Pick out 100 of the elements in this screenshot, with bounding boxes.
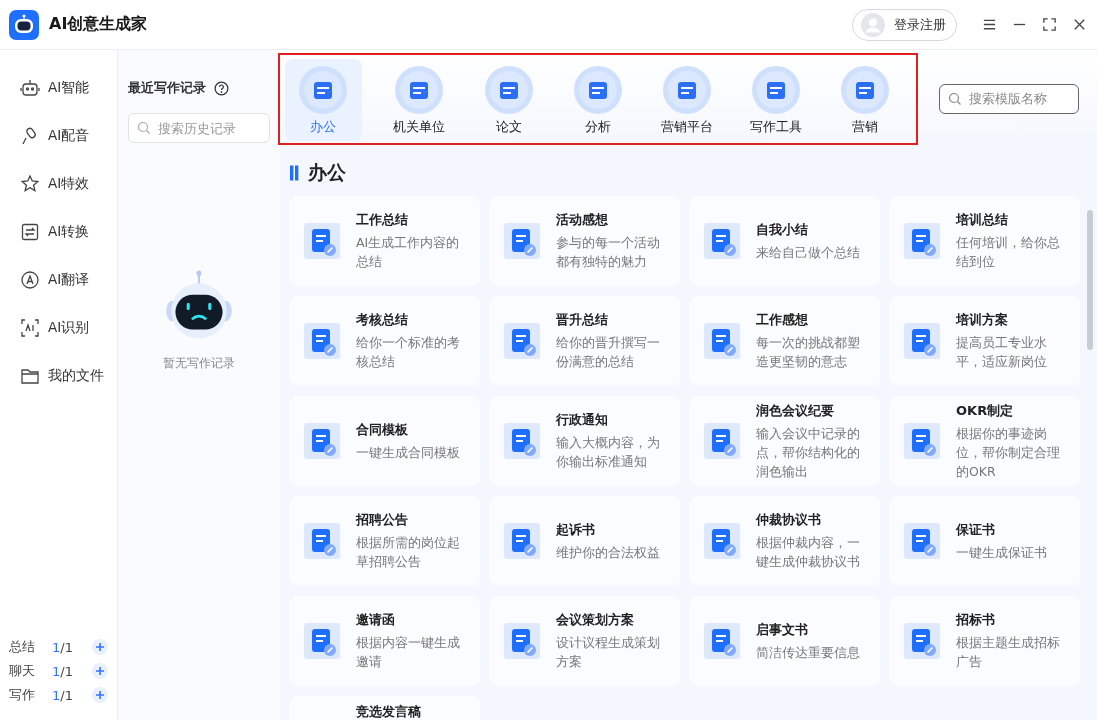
- category-tab[interactable]: 营销平台: [642, 58, 732, 141]
- quota-used: 1: [52, 639, 61, 655]
- document-icon: [752, 65, 801, 114]
- nav-item[interactable]: AI特效: [0, 164, 117, 204]
- scrollbar-thumb[interactable]: [1087, 210, 1093, 350]
- nav-item[interactable]: AI识别: [0, 308, 117, 348]
- convert-icon: [20, 222, 40, 242]
- template-card[interactable]: 考核总结 给你一个标准的考核总结: [290, 296, 480, 386]
- history-search-field[interactable]: 搜索历史记录: [128, 113, 270, 143]
- template-description: 给你一个标准的考核总结: [356, 334, 461, 371]
- document-edit-icon: [304, 223, 340, 259]
- help-icon[interactable]: [214, 81, 229, 96]
- template-card[interactable]: 行政通知 输入大概内容，为你输出标准通知: [490, 396, 680, 486]
- template-card[interactable]: 润色会议纪要 输入会议中记录的点，帮你结构化的润色输出: [690, 396, 880, 486]
- category-tab[interactable]: 论文: [463, 58, 554, 141]
- star-icon: [20, 174, 40, 194]
- document-edit-icon: [704, 623, 740, 659]
- template-title: 邀请函: [356, 611, 396, 629]
- document-icon: [395, 65, 444, 114]
- template-card[interactable]: 招聘公告 根据所需的岗位起草招聘公告: [290, 496, 480, 586]
- template-description: AI生成工作内容的总结: [356, 234, 461, 271]
- template-description: 来给自己做个总结: [756, 243, 861, 262]
- template-title: 起诉书: [556, 520, 596, 539]
- history-title: 最近写作记录: [128, 80, 206, 97]
- category-tab[interactable]: 机关单位: [374, 58, 464, 141]
- document-edit-icon: [904, 523, 940, 559]
- template-title: OKR制定: [956, 401, 1015, 420]
- document-edit-icon: [504, 223, 540, 259]
- template-card[interactable]: 邀请函 根据内容一键生成邀请: [290, 596, 480, 686]
- document-edit-icon: [304, 523, 340, 559]
- scan-icon: [20, 318, 40, 338]
- search-icon: [137, 121, 151, 135]
- document-icon: [841, 65, 890, 114]
- template-card[interactable]: 起诉书 维护你的合法权益: [490, 496, 680, 586]
- template-search-field[interactable]: 搜索模版名称: [939, 83, 1079, 114]
- template-description: 根据仲裁内容，一键生成仲裁协议书: [756, 534, 861, 571]
- template-card[interactable]: 自我小结 来给自己做个总结: [690, 196, 880, 286]
- category-tab[interactable]: 营销: [820, 58, 910, 141]
- document-edit-icon: [504, 523, 540, 559]
- add-icon[interactable]: [92, 639, 109, 655]
- category-tab[interactable]: 写作工具: [731, 58, 821, 141]
- template-description: 每一次的挑战都塑造更坚韧的意志: [756, 334, 861, 371]
- template-card[interactable]: 工作感想 每一次的挑战都塑造更坚韧的意志: [690, 296, 880, 386]
- document-icon: [299, 65, 348, 114]
- template-card[interactable]: 招标书 根据主题生成招标广告: [890, 596, 1080, 686]
- nav-item[interactable]: AI翻译: [0, 260, 117, 300]
- close-icon[interactable]: [1072, 17, 1087, 32]
- template-title: 保证书: [956, 520, 996, 539]
- template-title: 工作感想: [756, 311, 809, 329]
- document-edit-icon: [504, 623, 540, 659]
- nav-item[interactable]: AI转换: [0, 212, 117, 252]
- nav-item[interactable]: 我的文件: [0, 356, 117, 396]
- menu-icon[interactable]: [982, 17, 997, 32]
- app-title: AI创意生成家: [49, 14, 148, 35]
- nav-item[interactable]: AI智能: [0, 68, 117, 108]
- template-title: 启事文书: [756, 620, 809, 639]
- category-tab[interactable]: 办公: [285, 58, 362, 141]
- template-title: 培训总结: [956, 211, 1009, 229]
- template-description: 维护你的合法权益: [556, 543, 661, 562]
- document-edit-icon: [704, 423, 740, 459]
- add-icon[interactable]: [92, 687, 109, 703]
- quota-label: 总结: [9, 638, 36, 656]
- template-title: 行政通知: [556, 411, 609, 429]
- empty-history-text: 暂无写作记录: [163, 356, 235, 371]
- template-card[interactable]: OKR制定 根据你的事迹岗位，帮你制定合理的OKR: [890, 396, 1080, 486]
- robot-logo-icon: [9, 9, 39, 40]
- template-title: 润色会议纪要: [756, 401, 835, 420]
- template-card[interactable]: 仲裁协议书 根据仲裁内容，一键生成仲裁协议书: [690, 496, 880, 586]
- template-title: 培训方案: [956, 311, 1009, 329]
- document-edit-icon: [704, 223, 740, 259]
- quota-used: 1: [52, 687, 61, 703]
- template-card[interactable]: 工作总结 AI生成工作内容的总结: [290, 196, 480, 286]
- document-icon: [662, 65, 711, 114]
- template-card[interactable]: 培训方案 提高员工专业水平，适应新岗位: [890, 296, 1080, 386]
- document-edit-icon: [904, 223, 940, 259]
- template-card[interactable]: 启事文书 简洁传达重要信息: [690, 596, 880, 686]
- template-card[interactable]: 晋升总结 给你的晋升撰写一份满意的总结: [490, 296, 680, 386]
- quota-total: /1: [60, 687, 74, 703]
- fullscreen-icon[interactable]: [1042, 17, 1057, 32]
- template-title: 竞选发言稿: [356, 703, 422, 720]
- template-card[interactable]: 会议策划方案 设计议程生成策划方案: [490, 596, 680, 686]
- template-title: 自我小结: [756, 220, 809, 239]
- template-card[interactable]: 竞选发言稿: [290, 696, 480, 720]
- template-card[interactable]: 保证书 一键生成保证书: [890, 496, 1080, 586]
- template-title: 活动感想: [556, 211, 609, 229]
- category-tab[interactable]: 分析: [553, 58, 643, 141]
- template-description: 一键生成合同模板: [356, 443, 461, 462]
- login-button[interactable]: 登录注册: [852, 8, 957, 41]
- template-card[interactable]: 活动感想 参与的每一个活动都有独特的魅力: [490, 196, 680, 286]
- template-card[interactable]: 合同模板 一键生成合同模板: [290, 396, 480, 486]
- template-title: 会议策划方案: [556, 611, 635, 629]
- nav-item[interactable]: AI配音: [0, 116, 117, 156]
- folder-icon: [20, 366, 40, 386]
- template-description: 根据你的事迹岗位，帮你制定合理的OKR: [956, 424, 1061, 481]
- template-card[interactable]: 培训总结 任何培训，给你总结到位: [890, 196, 1080, 286]
- template-description: 根据主题生成招标广告: [956, 634, 1061, 671]
- add-icon[interactable]: [92, 663, 109, 679]
- section-marker-icon: [290, 164, 300, 182]
- template-description: 任何培训，给你总结到位: [956, 234, 1061, 271]
- robot-icon: [20, 78, 40, 98]
